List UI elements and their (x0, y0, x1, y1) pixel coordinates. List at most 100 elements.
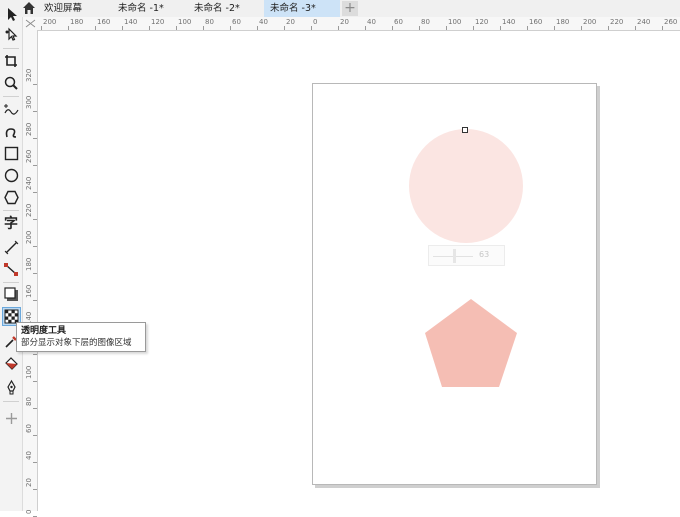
ruler-tick (203, 26, 204, 30)
drop-shadow-tool-icon[interactable] (3, 286, 20, 303)
ruler-tick-label: 40 (259, 18, 268, 26)
ruler-tick-label: 180 (70, 18, 84, 26)
ruler-tick (33, 408, 37, 409)
horizontal-ruler[interactable]: 200 180 160 140 120 100 80 60 40 20 0 20 40 60 80 100 12… (38, 17, 680, 31)
connector-tool-icon[interactable] (3, 261, 20, 278)
ruler-tick-label: 160 (529, 18, 543, 26)
ruler-tick-label: 260 (25, 149, 33, 163)
ruler-tick-label: 40 (367, 18, 376, 26)
ruler-tick-label: 280 (25, 122, 33, 136)
ruler-tick-label: 100 (448, 18, 462, 26)
add-tool-icon[interactable] (3, 410, 20, 427)
smart-fill-tool-icon[interactable] (3, 379, 20, 396)
ruler-tick (284, 26, 285, 30)
parallel-dimension-tool-icon[interactable] (3, 239, 20, 256)
text-tool-icon[interactable]: 字 (3, 214, 20, 231)
vertical-ruler[interactable]: 3203002802602402202001801601401201008060… (23, 30, 38, 517)
ruler-tick (33, 192, 37, 193)
ruler-tick (33, 435, 37, 436)
ruler-tick-label: 20 (25, 478, 33, 487)
ruler-tick (95, 26, 96, 30)
ruler-tick (33, 300, 37, 301)
ruler-tick (365, 26, 366, 30)
ruler-tick (33, 246, 37, 247)
ruler-tick-label: 80 (421, 18, 430, 26)
ruler-tick (500, 26, 501, 30)
ruler-tick (176, 26, 177, 30)
pick-tool-icon[interactable] (3, 6, 20, 23)
shape-tool-icon[interactable] (3, 27, 20, 44)
ruler-tick (554, 26, 555, 30)
toolbox-divider (3, 210, 19, 211)
tab-untitled-1[interactable]: 未命名 -1* (112, 0, 188, 17)
home-icon[interactable] (22, 1, 36, 15)
tab-welcome-screen[interactable]: 欢迎屏幕 (38, 0, 104, 17)
ruler-tick-label: 140 (124, 18, 138, 26)
polygon-tool-icon[interactable] (3, 189, 20, 206)
ruler-tick (33, 219, 37, 220)
ruler-tick-label: 180 (556, 18, 570, 26)
toolbox-divider (3, 282, 19, 283)
ruler-tick-label: 220 (25, 203, 33, 217)
ruler-tick-label: 0 (25, 509, 33, 514)
tab-untitled-2[interactable]: 未命名 -2* (188, 0, 264, 17)
ruler-tick (33, 462, 37, 463)
ruler-tick-label: 200 (583, 18, 597, 26)
ruler-tick-label: 0 (313, 18, 318, 26)
ruler-tick (527, 26, 528, 30)
ruler-tick-label: 60 (232, 18, 241, 26)
freehand-tool-icon[interactable] (3, 101, 20, 118)
toolbox-divider (3, 401, 19, 402)
ruler-tick (33, 165, 37, 166)
ruler-origin-corner[interactable] (23, 17, 39, 31)
ruler-tick (33, 138, 37, 139)
artistic-media-tool-icon[interactable] (3, 123, 20, 140)
transparency-slider-thumb[interactable] (453, 249, 456, 263)
svg-text:字: 字 (4, 215, 18, 231)
tab-untitled-3[interactable]: 未命名 -3* (264, 0, 340, 17)
ruler-tick (473, 26, 474, 30)
ruler-tick (635, 26, 636, 30)
ruler-tick-label: 240 (637, 18, 651, 26)
ruler-tick-label: 200 (25, 230, 33, 244)
ruler-tick (608, 26, 609, 30)
interactive-fill-tool-icon[interactable] (3, 355, 20, 372)
ruler-tick-label: 320 (25, 68, 33, 82)
ruler-tick (392, 26, 393, 30)
rectangle-tool-icon[interactable] (3, 145, 20, 162)
document-tab-bar: 欢迎屏幕 未命名 -1* 未命名 -2* 未命名 -3* + (0, 0, 680, 18)
ruler-tick (230, 26, 231, 30)
ruler-tick (311, 26, 312, 30)
ruler-tick-label: 220 (610, 18, 624, 26)
ruler-tick-label: 180 (25, 257, 33, 271)
ruler-tick-label: 160 (25, 284, 33, 298)
ruler-tick (338, 26, 339, 30)
ruler-tick (257, 26, 258, 30)
ruler-tick (33, 111, 37, 112)
pentagon-shape[interactable] (424, 299, 518, 389)
ruler-tick-label: 40 (25, 451, 33, 460)
ruler-tick-label: 80 (25, 397, 33, 406)
ruler-tick-label: 100 (25, 365, 33, 379)
ruler-tick-label: 300 (25, 95, 33, 109)
ruler-tick (149, 26, 150, 30)
ruler-tick-label: 20 (286, 18, 295, 26)
tool-tooltip: 透明度工具 部分显示对象下层的图像区域 (16, 322, 146, 352)
crop-tool-icon[interactable] (3, 53, 20, 70)
ruler-tick (33, 381, 37, 382)
toolbox-divider (3, 96, 19, 97)
ruler-tick (33, 84, 37, 85)
ruler-tick (68, 26, 69, 30)
ruler-tick-label: 120 (151, 18, 165, 26)
transparency-control[interactable]: 63 (428, 245, 505, 266)
tooltip-description: 部分显示对象下层的图像区域 (21, 338, 132, 348)
circle-shape[interactable] (409, 129, 523, 243)
zoom-tool-icon[interactable] (3, 75, 20, 92)
ruler-tick (662, 26, 663, 30)
transparency-start-handle[interactable] (462, 127, 468, 133)
ellipse-tool-icon[interactable] (3, 167, 20, 184)
ruler-tick (419, 26, 420, 30)
add-tab-button[interactable]: + (342, 1, 358, 16)
toolbox: 字 (0, 8, 23, 511)
ruler-tick-label: 140 (502, 18, 516, 26)
